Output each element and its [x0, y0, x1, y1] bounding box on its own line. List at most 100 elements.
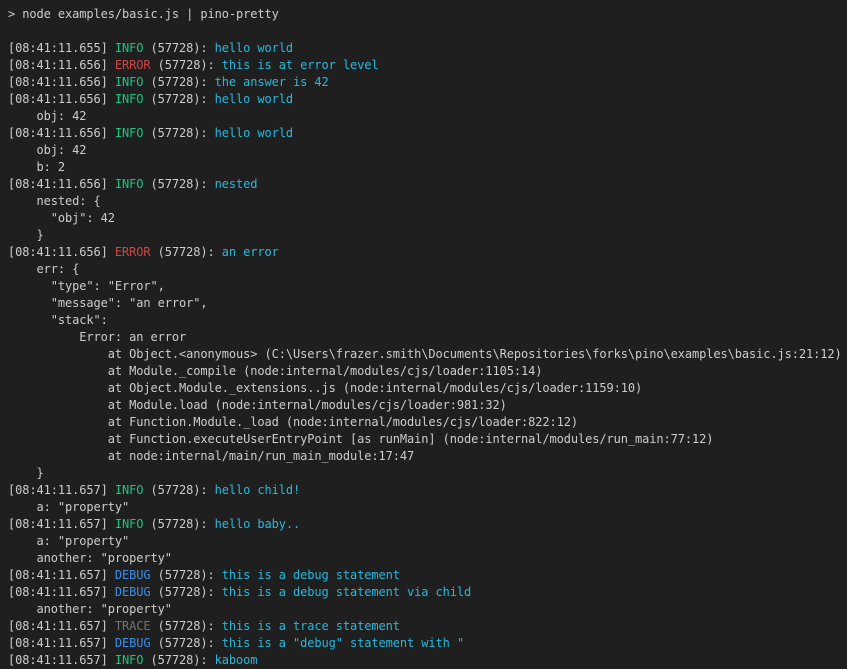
- terminal-text-segment: INFO: [115, 517, 144, 531]
- terminal-text-segment: [08:41:11.656]: [8, 75, 115, 89]
- terminal-text-segment: at Module._compile (node:internal/module…: [8, 364, 542, 378]
- terminal-text-segment: this is a trace statement: [222, 619, 400, 633]
- terminal-line: obj: 42: [8, 108, 843, 125]
- terminal-line: "obj": 42: [8, 210, 843, 227]
- terminal-line: nested: {: [8, 193, 843, 210]
- terminal-text-segment: (57728):: [151, 636, 222, 650]
- terminal-line: a: "property": [8, 499, 843, 516]
- terminal-line: [8, 23, 843, 40]
- terminal-line: at node:internal/main/run_main_module:17…: [8, 448, 843, 465]
- terminal-text-segment: an error: [222, 245, 279, 259]
- terminal-text-segment: at Object.<anonymous> (C:\Users\frazer.s…: [8, 347, 842, 361]
- terminal-text-segment: (57728):: [143, 126, 214, 140]
- terminal-text-segment: "type": "Error",: [8, 279, 165, 293]
- terminal-text-segment: a: "property": [8, 500, 129, 514]
- terminal-text-segment: DEBUG: [115, 636, 151, 650]
- terminal-text-segment: "obj": 42: [8, 211, 115, 225]
- terminal-text-segment: INFO: [115, 92, 144, 106]
- terminal-line: a: "property": [8, 533, 843, 550]
- terminal-text-segment: DEBUG: [115, 568, 151, 582]
- terminal-text-segment: another: "property": [8, 551, 172, 565]
- terminal-text-segment: hello world: [215, 92, 293, 106]
- terminal-line: [08:41:11.656] ERROR (57728): this is at…: [8, 57, 843, 74]
- terminal-text-segment: nested: [215, 177, 258, 191]
- terminal-text-segment: (57728):: [151, 58, 222, 72]
- terminal-text-segment: [08:41:11.656]: [8, 58, 115, 72]
- terminal-text-segment: (57728):: [143, 177, 214, 191]
- terminal-text-segment: (57728):: [151, 245, 222, 259]
- terminal-text-segment: at Function.Module._load (node:internal/…: [8, 415, 578, 429]
- terminal-text-segment: [08:41:11.656]: [8, 126, 115, 140]
- terminal-text-segment: }: [8, 228, 44, 242]
- terminal-text-segment: kaboom: [215, 653, 258, 667]
- terminal-line: at Module.load (node:internal/modules/cj…: [8, 397, 843, 414]
- terminal-text-segment: Error: an error: [8, 330, 186, 344]
- terminal-text-segment: (57728):: [143, 653, 214, 667]
- terminal-line: > node examples/basic.js | pino-pretty: [8, 6, 843, 23]
- terminal-text-segment: (57728):: [151, 619, 222, 633]
- terminal-text-segment: nested: {: [8, 194, 101, 208]
- terminal-text-segment: [08:41:11.657]: [8, 636, 115, 650]
- terminal-text-segment: another: "property": [8, 602, 172, 616]
- terminal-text-segment: DEBUG: [115, 585, 151, 599]
- terminal-text-segment: (57728):: [143, 517, 214, 531]
- terminal-line: "stack":: [8, 312, 843, 329]
- terminal-text-segment: INFO: [115, 177, 144, 191]
- terminal-text-segment: INFO: [115, 483, 144, 497]
- terminal-text-segment: [08:41:11.657]: [8, 517, 115, 531]
- terminal-line: another: "property": [8, 550, 843, 567]
- terminal-text-segment: ERROR: [115, 245, 151, 259]
- terminal-text-segment: "stack":: [8, 313, 108, 327]
- terminal-line: [08:41:11.656] ERROR (57728): an error: [8, 244, 843, 261]
- terminal-line: at Object.Module._extensions..js (node:i…: [8, 380, 843, 397]
- terminal-text-segment: INFO: [115, 41, 144, 55]
- terminal-line: b: 2: [8, 159, 843, 176]
- terminal-line: [08:41:11.657] INFO (57728): hello child…: [8, 482, 843, 499]
- terminal-text-segment: at Module.load (node:internal/modules/cj…: [8, 398, 507, 412]
- terminal-line: at Module._compile (node:internal/module…: [8, 363, 843, 380]
- terminal-text-segment: this is at error level: [222, 58, 379, 72]
- terminal-text-segment: hello baby..: [215, 517, 301, 531]
- terminal-line: err: {: [8, 261, 843, 278]
- terminal-text-segment: this is a "debug" statement with ": [222, 636, 464, 650]
- terminal-text-segment: INFO: [115, 126, 144, 140]
- terminal-line: obj: 42: [8, 142, 843, 159]
- terminal-text-segment: this is a debug statement: [222, 568, 400, 582]
- terminal-text-segment: (57728):: [143, 92, 214, 106]
- terminal-text-segment: hello child!: [215, 483, 301, 497]
- terminal-line: "type": "Error",: [8, 278, 843, 295]
- terminal-text-segment: at node:internal/main/run_main_module:17…: [8, 449, 414, 463]
- terminal-text-segment: this is a debug statement via child: [222, 585, 471, 599]
- terminal-text-segment: [08:41:11.656]: [8, 92, 115, 106]
- terminal-text-segment: [08:41:11.657]: [8, 568, 115, 582]
- terminal-text-segment: TRACE: [115, 619, 151, 633]
- terminal-text-segment: [08:41:11.656]: [8, 245, 115, 259]
- terminal-text-segment: at Object.Module._extensions..js (node:i…: [8, 381, 642, 395]
- terminal-text-segment: hello world: [215, 126, 293, 140]
- terminal-text-segment: [08:41:11.657]: [8, 653, 115, 667]
- terminal-line: }: [8, 227, 843, 244]
- terminal-text-segment: (57728):: [143, 483, 214, 497]
- terminal-line: at Object.<anonymous> (C:\Users\frazer.s…: [8, 346, 843, 363]
- terminal-line: [08:41:11.656] INFO (57728): hello world: [8, 91, 843, 108]
- terminal-line: [08:41:11.657] INFO (57728): kaboom: [8, 652, 843, 669]
- terminal-line: [08:41:11.656] INFO (57728): nested: [8, 176, 843, 193]
- terminal-line: [08:41:11.655] INFO (57728): hello world: [8, 40, 843, 57]
- terminal-text-segment: }: [8, 466, 44, 480]
- terminal-line: [08:41:11.656] INFO (57728): hello world: [8, 125, 843, 142]
- terminal-text-segment: INFO: [115, 75, 144, 89]
- terminal-line: [08:41:11.657] TRACE (57728): this is a …: [8, 618, 843, 635]
- terminal-text-segment: hello world: [215, 41, 293, 55]
- terminal-text-segment: the answer is 42: [215, 75, 329, 89]
- terminal: > node examples/basic.js | pino-pretty […: [0, 0, 847, 669]
- terminal-line: [08:41:11.656] INFO (57728): the answer …: [8, 74, 843, 91]
- terminal-line: [08:41:11.657] DEBUG (57728): this is a …: [8, 567, 843, 584]
- terminal-line: at Function.executeUserEntryPoint [as ru…: [8, 431, 843, 448]
- terminal-text-segment: (57728):: [151, 585, 222, 599]
- terminal-line: at Function.Module._load (node:internal/…: [8, 414, 843, 431]
- terminal-line: }: [8, 465, 843, 482]
- terminal-text-segment: at Function.executeUserEntryPoint [as ru…: [8, 432, 713, 446]
- terminal-text-segment: [08:41:11.657]: [8, 585, 115, 599]
- terminal-text-segment: obj: 42: [8, 109, 86, 123]
- terminal-text-segment: obj: 42: [8, 143, 86, 157]
